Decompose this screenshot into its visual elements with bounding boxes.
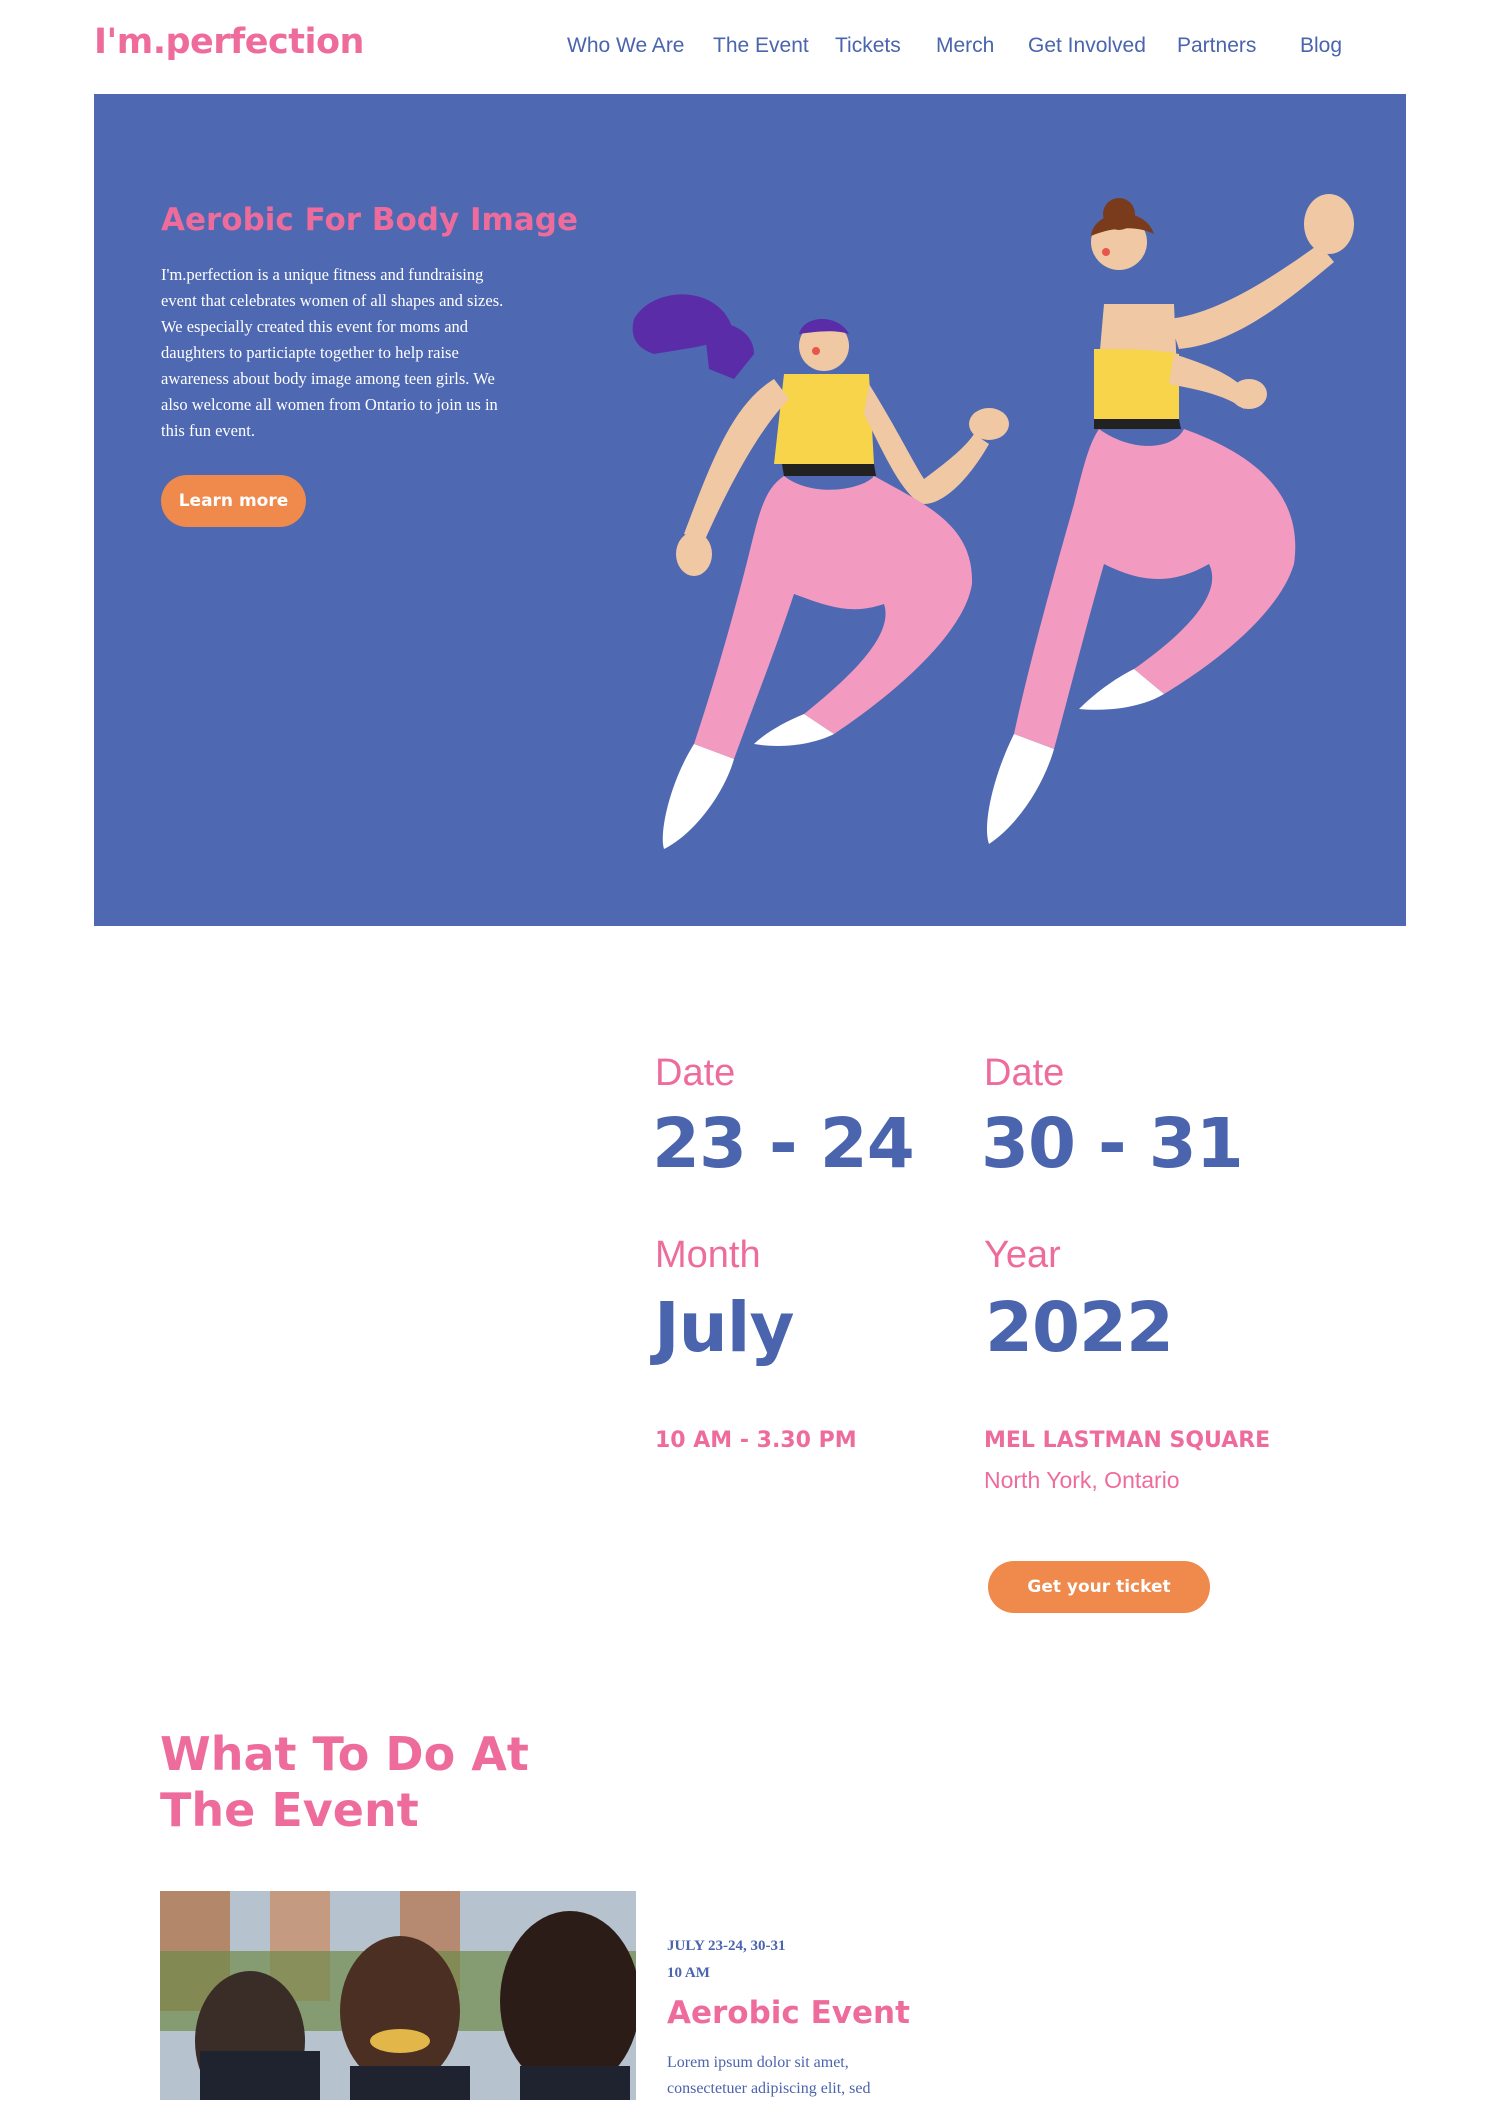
nav-the-event[interactable]: The Event bbox=[713, 34, 809, 58]
dancer-left-figure bbox=[632, 294, 1009, 849]
event-meta: JULY 23-24, 30-31 10 AM bbox=[667, 1933, 785, 1987]
event-start-time: 10 AM bbox=[667, 1965, 710, 1981]
nav-get-involved[interactable]: Get Involved bbox=[1028, 34, 1146, 58]
year-label: Year bbox=[984, 1234, 1061, 1276]
date-label-1: Date bbox=[655, 1052, 736, 1094]
event-dates: JULY 23-24, 30-31 bbox=[667, 1938, 786, 1954]
hero-banner: Aerobic For Body Image I'm.perfection is… bbox=[94, 94, 1406, 926]
event-photo bbox=[160, 1891, 636, 2100]
year-value: 2022 bbox=[985, 1288, 1174, 1368]
event-description: Lorem ipsum dolor sit amet, consectetuer… bbox=[667, 2054, 871, 2097]
nav-partners[interactable]: Partners bbox=[1177, 34, 1256, 58]
section-title: What To Do At The Event bbox=[160, 1727, 529, 1837]
nav-who-we-are[interactable]: Who We Are bbox=[567, 34, 685, 58]
event-title[interactable]: Aerobic Event bbox=[667, 1995, 910, 2031]
nav-blog[interactable]: Blog bbox=[1300, 34, 1342, 58]
nav-tickets[interactable]: Tickets bbox=[835, 34, 901, 58]
month-value: July bbox=[654, 1288, 794, 1368]
get-ticket-button[interactable]: Get your ticket bbox=[988, 1561, 1210, 1613]
event-time: 10 AM - 3.30 PM bbox=[655, 1428, 857, 1453]
event-city: North York, Ontario bbox=[984, 1467, 1180, 1493]
site-logo[interactable]: I'm.perfection bbox=[94, 22, 364, 62]
nav-merch[interactable]: Merch bbox=[936, 34, 994, 58]
dancer-right-figure bbox=[986, 194, 1354, 844]
month-label: Month bbox=[655, 1234, 761, 1276]
date-value-1: 23 - 24 bbox=[652, 1104, 915, 1184]
date-value-2: 30 - 31 bbox=[981, 1104, 1244, 1184]
date-label-2: Date bbox=[984, 1052, 1065, 1094]
dancing-women-illustration bbox=[632, 194, 1354, 849]
event-venue: MEL LASTMAN SQUARE bbox=[984, 1428, 1271, 1453]
